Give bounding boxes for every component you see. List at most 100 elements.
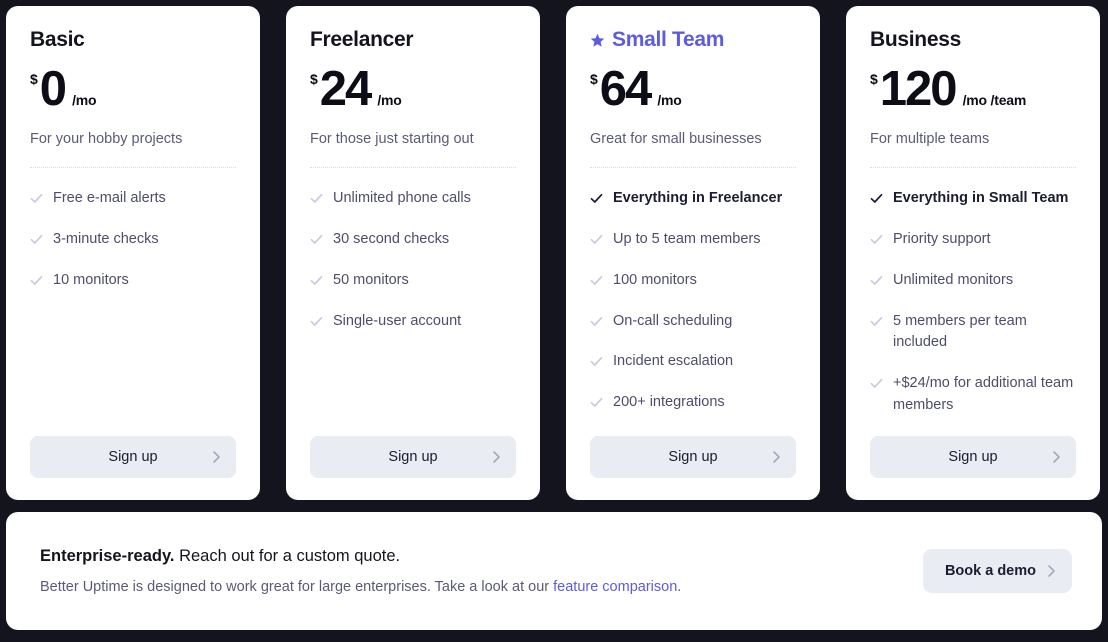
check-icon [870, 192, 883, 205]
feature-item: 200+ integrations [590, 392, 796, 414]
feature-label: Everything in Freelancer [613, 190, 783, 207]
price-period: /mo [72, 92, 97, 109]
pricing-card: Business $120/mo /team For multiple teams E… [846, 6, 1100, 500]
feature-list: Everything in Small Team Priority support… [870, 188, 1076, 435]
feature-label: 100 monitors [613, 271, 697, 288]
feature-comparison-link[interactable]: feature comparison [553, 579, 677, 595]
plan-name: Freelancer [310, 28, 516, 51]
feature-label: On-call scheduling [613, 312, 733, 329]
feature-label: Single-user account [333, 312, 462, 329]
feature-item: Incident escalation [590, 351, 796, 373]
check-icon [870, 315, 883, 328]
book-a-demo-button[interactable]: Book a demo [922, 549, 1072, 593]
plan-price: $120/mo /team [870, 62, 1076, 117]
price-amount: 0 [39, 62, 67, 117]
price-period: /mo [377, 92, 402, 109]
feature-item: Up to 5 team members [590, 229, 796, 251]
plan-tagline: For those just starting out [310, 130, 474, 147]
plan-name-label: Freelancer [310, 28, 414, 51]
sign-up-label: Sign up [948, 448, 998, 465]
check-icon [870, 274, 883, 287]
price-period: /mo [657, 92, 682, 109]
feature-item: Priority support [870, 229, 1076, 251]
plan-tagline: Great for small businesses [590, 130, 762, 147]
feature-item: Everything in Small Team [870, 188, 1076, 210]
feature-item: 3-minute checks [30, 229, 236, 251]
pricing-card: Small Team $64/mo Great for small business… [566, 6, 820, 500]
plan-name: Basic [30, 28, 236, 51]
check-icon [30, 274, 43, 287]
check-icon [590, 274, 603, 287]
enterprise-subtext-before: Better Uptime is designed to work great … [40, 578, 554, 595]
price-period: /mo /team [962, 92, 1027, 109]
feature-list: Free e-mail alerts 3-minute checks 10 moni… [30, 188, 236, 435]
price-amount: 24 [319, 62, 372, 117]
feature-item: +$24/mo for additional team members [870, 373, 1076, 417]
pricing-card: Basic $0/mo For your hobby projects Free e-… [6, 6, 260, 500]
feature-item: Unlimited phone calls [310, 188, 516, 210]
feature-item: 50 monitors [310, 270, 516, 292]
check-icon [590, 192, 603, 205]
feature-label: Free e-mail alerts [53, 190, 166, 207]
plan-price: $0/mo [30, 62, 236, 117]
feature-item: 100 monitors [590, 270, 796, 292]
pricing-card: Freelancer $24/mo For those just starting … [286, 6, 540, 500]
enterprise-text: Enterprise-ready. Reach out for a custom… [40, 545, 681, 597]
check-icon [590, 315, 603, 328]
sign-up-button[interactable]: Sign up [30, 435, 236, 478]
plan-name-label: Small Team [612, 28, 725, 51]
feature-item: Free e-mail alerts [30, 188, 236, 210]
plan-name-label: Basic [30, 28, 85, 51]
plan-name: Business [870, 28, 1076, 51]
plan-tagline: For your hobby projects [30, 130, 183, 147]
feature-item: On-call scheduling [590, 311, 796, 333]
star-icon [590, 33, 605, 48]
price-currency: $ [870, 71, 878, 88]
enterprise-subtext: Better Uptime is designed to work great … [40, 577, 681, 597]
feature-label: 200+ integrations [613, 394, 725, 411]
price-currency: $ [590, 71, 598, 88]
pricing-plans-row: Basic $0/mo For your hobby projects Free e-… [6, 6, 1108, 500]
sign-up-label: Sign up [108, 448, 158, 465]
plan-name-label: Business [870, 28, 961, 51]
check-icon [310, 192, 323, 205]
plan-name: Small Team [590, 28, 796, 51]
feature-label: Up to 5 team members [613, 231, 761, 248]
feature-list: Everything in Freelancer Up to 5 team mem… [590, 188, 796, 435]
plan-tagline: For multiple teams [870, 130, 990, 147]
divider [310, 167, 516, 169]
feature-label: 50 monitors [333, 271, 409, 288]
check-icon [310, 233, 323, 246]
chevron-right-icon [1047, 564, 1056, 578]
sign-up-button[interactable]: Sign up [870, 435, 1076, 478]
check-icon [310, 315, 323, 328]
book-a-demo-label: Book a demo [944, 563, 1036, 579]
enterprise-headline: Enterprise-ready. Reach out for a custom… [40, 545, 681, 568]
check-icon [310, 274, 323, 287]
enterprise-headline-bold: Enterprise-ready. [40, 546, 175, 565]
feature-item: 30 second checks [310, 229, 516, 251]
enterprise-subtext-after: . [677, 578, 682, 595]
feature-item: Everything in Freelancer [590, 188, 796, 210]
feature-item: 10 monitors [30, 270, 236, 292]
sign-up-button[interactable]: Sign up [310, 435, 516, 478]
chevron-right-icon [772, 450, 781, 464]
enterprise-banner: Enterprise-ready. Reach out for a custom… [6, 512, 1102, 630]
feature-label: Incident escalation [613, 353, 734, 370]
chevron-right-icon [492, 450, 501, 464]
feature-item: 5 members per team included [870, 311, 1076, 355]
feature-item: Unlimited monitors [870, 270, 1076, 292]
price-amount: 64 [599, 62, 652, 117]
check-icon [870, 233, 883, 246]
sign-up-label: Sign up [388, 448, 438, 465]
enterprise-headline-rest: Reach out for a custom quote. [174, 546, 401, 565]
feature-list: Unlimited phone calls 30 second checks 50 … [310, 188, 516, 435]
check-icon [590, 355, 603, 368]
plan-price: $24/mo [310, 62, 516, 117]
price-currency: $ [30, 71, 38, 88]
check-icon [30, 233, 43, 246]
price-amount: 120 [879, 62, 958, 117]
sign-up-button[interactable]: Sign up [590, 435, 796, 478]
feature-label: 30 second checks [333, 231, 450, 248]
check-icon [30, 192, 43, 205]
